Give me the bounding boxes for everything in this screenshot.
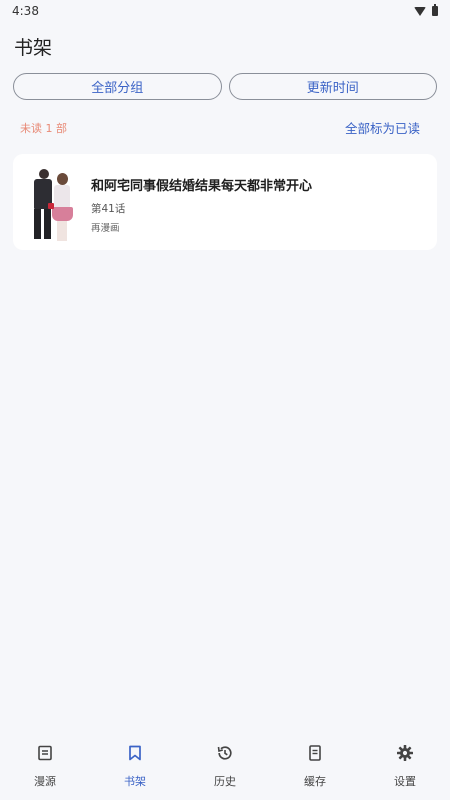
nav-item-source[interactable]: 漫源: [0, 735, 90, 800]
status-bar: 4:38: [0, 0, 450, 22]
history-icon: [217, 746, 232, 760]
nav-label: 缓存: [304, 775, 326, 788]
nav-item-history[interactable]: 历史: [180, 735, 270, 800]
unread-count: 未读 1 部: [20, 121, 67, 135]
nav-label: 设置: [394, 775, 416, 788]
status-time: 4:38: [12, 4, 39, 18]
book-source: 再漫画: [91, 223, 120, 234]
book-chapter: 第41话: [91, 203, 126, 215]
nav-label: 漫源: [34, 775, 56, 788]
group-filter-button[interactable]: 全部分组: [13, 73, 222, 100]
bottom-nav: 漫源 书架 历史 缓存 设置: [0, 735, 450, 800]
nav-label: 书架: [124, 775, 146, 788]
book-info: 和阿宅同事假结婚结果每天都非常开心 第41话 再漫画: [91, 175, 312, 234]
page-title: 书架: [14, 37, 53, 59]
book-card[interactable]: 和阿宅同事假结婚结果每天都非常开心 第41话 再漫画: [13, 154, 437, 250]
cache-icon: [309, 745, 321, 761]
book-title: 和阿宅同事假结婚结果每天都非常开心: [91, 179, 313, 194]
mark-all-read-button[interactable]: 全部标为已读: [345, 118, 420, 137]
book-cover: [21, 163, 77, 243]
source-icon: [38, 745, 52, 761]
bookmark-icon: [129, 745, 141, 761]
wifi-icon: [414, 6, 426, 16]
status-icons: [414, 4, 438, 16]
gear-icon: [397, 745, 413, 761]
nav-item-cache[interactable]: 缓存: [270, 735, 360, 800]
battery-icon: [432, 4, 438, 16]
sort-button[interactable]: 更新时间: [228, 73, 437, 100]
nav-item-settings[interactable]: 设置: [360, 735, 450, 800]
nav-item-bookshelf[interactable]: 书架: [90, 735, 180, 800]
nav-label: 历史: [214, 775, 236, 788]
info-row: 未读 1 部 全部标为已读: [20, 118, 420, 137]
filter-row: 全部分组 更新时间: [13, 73, 437, 100]
